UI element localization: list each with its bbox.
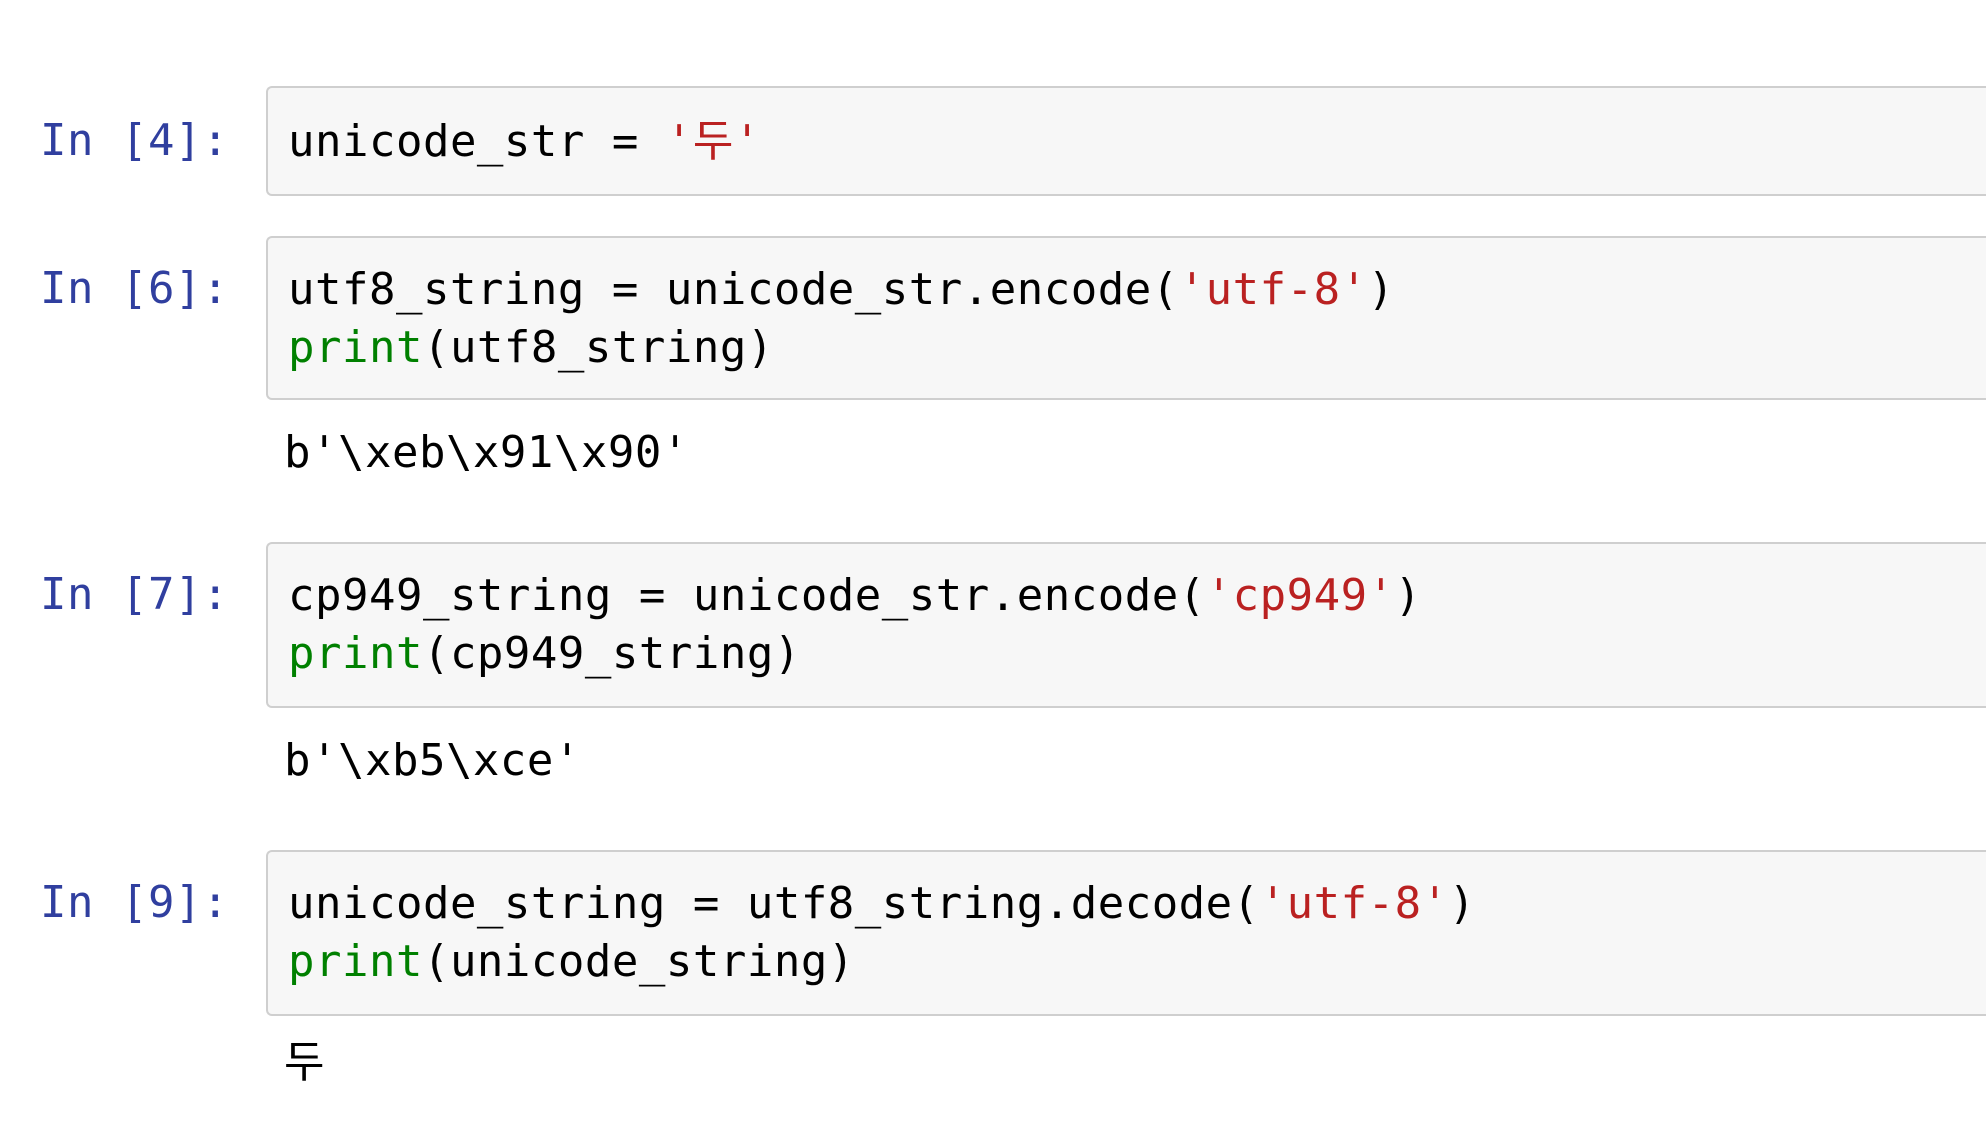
input-prompt: In [9]: (40, 877, 229, 928)
string-literal: '두' (665, 116, 761, 167)
code-line: unicode_str = '두' (288, 113, 761, 171)
code-line: utf8_string = unicode_str.encode('utf-8'… (288, 261, 1395, 319)
cell-output: b'\xb5\xce' (284, 735, 581, 786)
builtin-keyword: print (288, 936, 423, 987)
notebook-cell-9: In [9]: unicode_string = utf8_string.dec… (0, 850, 1986, 1100)
code-line: print(cp949_string) (288, 625, 801, 683)
code-input-area[interactable]: unicode_string = utf8_string.decode('utf… (266, 850, 1986, 1016)
builtin-keyword: print (288, 322, 423, 373)
notebook-cell-4: In [4]: unicode_str = '두' (0, 86, 1986, 196)
code-text: (cp949_string) (422, 628, 801, 679)
input-prompt: In [4]: (40, 115, 229, 166)
input-prompt: In [7]: (40, 569, 229, 620)
string-literal: 'cp949' (1205, 570, 1395, 621)
cell-output: 두 (284, 1037, 325, 1088)
notebook-cell-7: In [7]: cp949_string = unicode_str.encod… (0, 542, 1986, 792)
code-text: utf8_string = unicode_str.encode( (288, 264, 1179, 315)
builtin-keyword: print (288, 628, 423, 679)
code-line: print(utf8_string) (288, 319, 774, 377)
code-line: cp949_string = unicode_str.encode('cp949… (288, 567, 1422, 625)
string-literal: 'utf-8' (1178, 264, 1368, 315)
code-input-area[interactable]: unicode_str = '두' (266, 86, 1986, 196)
code-input-area[interactable]: utf8_string = unicode_str.encode('utf-8'… (266, 236, 1986, 400)
code-text: unicode_str = (288, 116, 666, 167)
input-prompt: In [6]: (40, 263, 229, 314)
code-text: cp949_string = unicode_str.encode( (288, 570, 1206, 621)
code-input-area[interactable]: cp949_string = unicode_str.encode('cp949… (266, 542, 1986, 708)
cell-output: b'\xeb\x91\x90' (284, 427, 689, 478)
notebook-cell-6: In [6]: utf8_string = unicode_str.encode… (0, 236, 1986, 486)
code-line: unicode_string = utf8_string.decode('utf… (288, 875, 1476, 933)
code-text: ) (1394, 570, 1422, 621)
code-line: print(unicode_string) (288, 933, 855, 991)
code-text: unicode_string = utf8_string.decode( (288, 878, 1260, 929)
code-text: ) (1367, 264, 1395, 315)
code-text: (utf8_string) (422, 322, 774, 373)
string-literal: 'utf-8' (1259, 878, 1449, 929)
code-text: ) (1448, 878, 1476, 929)
code-text: (unicode_string) (422, 936, 855, 987)
